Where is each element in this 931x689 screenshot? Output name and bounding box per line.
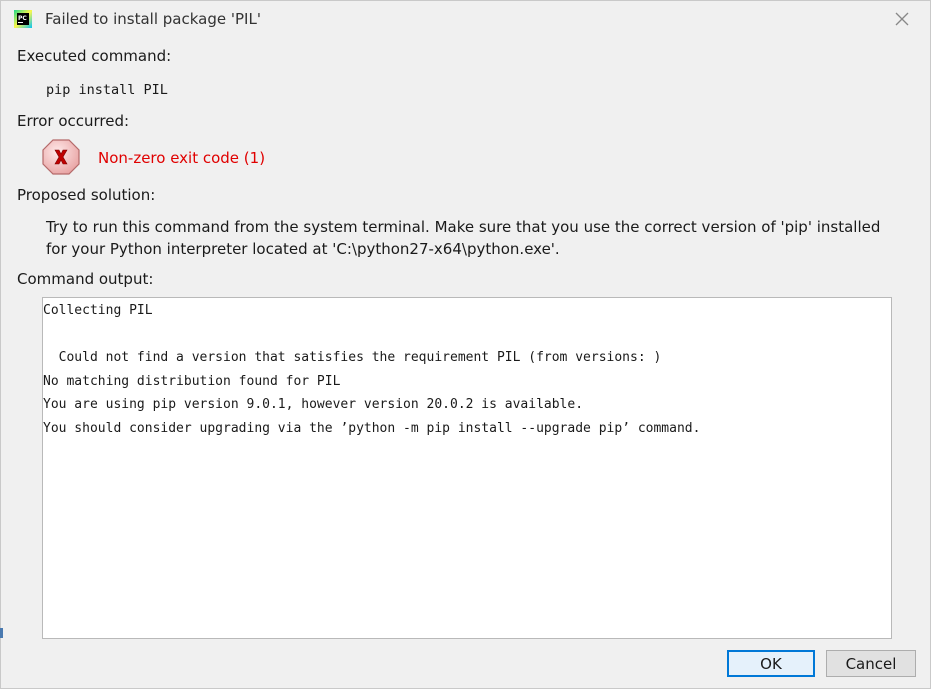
executed-command: pip install PIL [46,82,168,98]
output-line: Could not find a version that satisfies … [43,350,662,365]
title-bar: PC Failed to install package 'PIL' [1,1,930,39]
window-title: Failed to install package 'PIL' [45,10,261,28]
command-output-label: Command output: [17,270,154,288]
svg-text:PC: PC [18,15,27,22]
window-edge-accent [0,628,3,638]
pycharm-icon: PC [14,10,32,28]
close-icon [895,12,909,26]
output-line: Collecting PIL [43,303,153,318]
error-x-icon [42,139,80,175]
executed-command-label: Executed command: [17,47,172,65]
proposed-solution-label: Proposed solution: [17,186,156,204]
command-output-area[interactable]: Collecting PIL Could not find a version … [42,297,892,639]
error-dialog: PC Failed to install package 'PIL' Execu… [0,0,931,689]
error-message: Non-zero exit code (1) [98,149,266,167]
close-button[interactable] [889,7,915,31]
output-line: You should consider upgrading via the ’p… [43,421,701,436]
ok-button[interactable]: OK [727,650,815,677]
output-line: You are using pip version 9.0.1, however… [43,397,584,412]
proposed-solution-text: Try to run this command from the system … [46,218,881,258]
output-line: No matching distribution found for PIL [43,374,341,389]
error-occurred-label: Error occurred: [17,112,130,130]
cancel-button[interactable]: Cancel [826,650,916,677]
